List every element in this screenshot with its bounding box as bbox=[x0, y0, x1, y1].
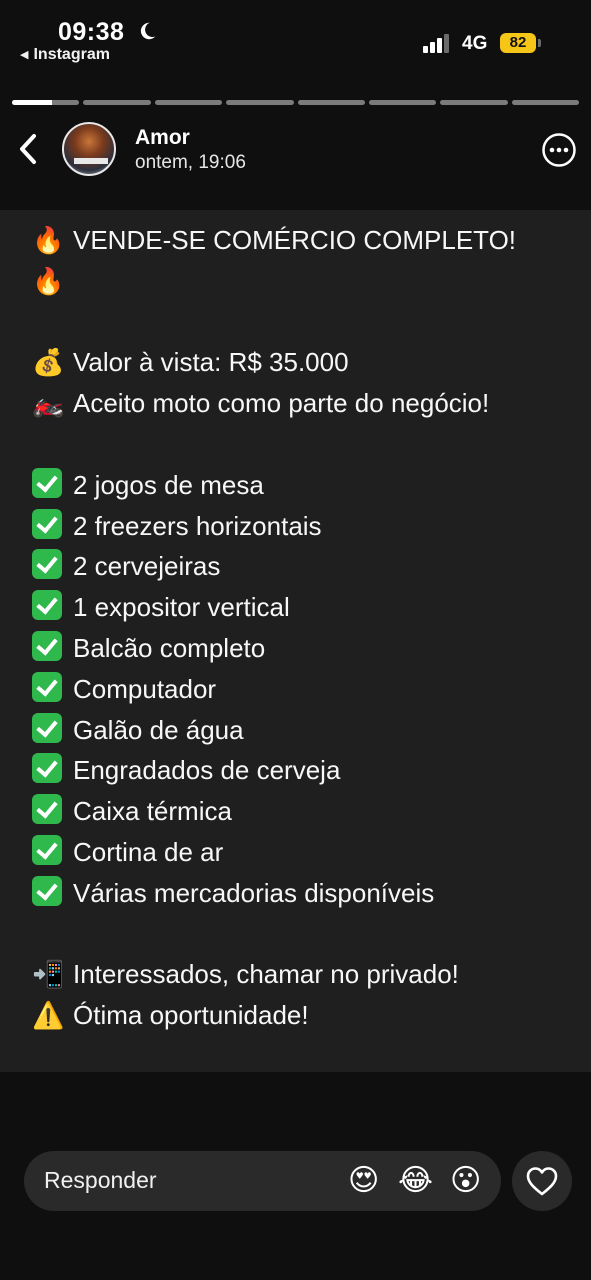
check-icon bbox=[32, 630, 62, 661]
story-line: Caixa térmica bbox=[32, 791, 572, 832]
story-line: 🏍️ Aceito moto como parte do negócio! bbox=[32, 383, 572, 424]
battery-icon: 82 bbox=[500, 33, 542, 53]
story-line-text: 2 jogos de mesa bbox=[73, 469, 264, 500]
back-to-app-link[interactable]: ◀ Instagram bbox=[20, 46, 110, 64]
story-line bbox=[32, 302, 572, 343]
emoji-icon: 🔥 bbox=[32, 265, 65, 296]
story-line-text: Interessados, chamar no privado! bbox=[73, 959, 459, 990]
story-line-text: Caixa térmica bbox=[73, 796, 232, 827]
story-username[interactable]: Amor bbox=[135, 126, 190, 150]
story-progress-segment bbox=[12, 100, 80, 105]
avatar[interactable] bbox=[62, 122, 116, 176]
story-line-text: 2 cervejeiras bbox=[73, 551, 221, 582]
status-bar: 09:38 ◀ Instagram 4G 82 bbox=[0, 0, 591, 70]
check-icon bbox=[32, 671, 62, 702]
back-app-label: Instagram bbox=[33, 46, 110, 63]
story-line: 2 freezers horizontais bbox=[32, 506, 572, 547]
reply-input[interactable]: Responder 😍 😂 😮 bbox=[24, 1151, 501, 1211]
story-line: Galão de água bbox=[32, 710, 572, 751]
heart-icon bbox=[526, 1167, 558, 1196]
story-line-text: Ótima oportunidade! bbox=[73, 1000, 309, 1031]
story-line: 📲 Interessados, chamar no privado! bbox=[32, 954, 572, 995]
check-icon bbox=[32, 794, 62, 825]
story-progress-segment bbox=[511, 100, 579, 105]
story-timestamp: ontem, 19:06 bbox=[135, 152, 246, 173]
story-line: Várias mercadorias disponíveis bbox=[32, 873, 572, 914]
surprised-reaction-button[interactable]: 😮 bbox=[450, 1163, 481, 1199]
status-time: 09:38 bbox=[58, 18, 125, 46]
story-line-text: Valor à vista: R$ 35.000 bbox=[73, 347, 349, 378]
story-line: Engradados de cerveja bbox=[32, 750, 572, 791]
heart-eyes-reaction-button[interactable]: 😍 bbox=[348, 1163, 379, 1199]
story-content-card[interactable]: 🔥 VENDE-SE COMÉRCIO COMPLETO! 🔥 💰 Valor à vi… bbox=[0, 210, 591, 1072]
story-progress-segment bbox=[368, 100, 437, 105]
story-line-text: Galão de água bbox=[73, 714, 244, 745]
story-line bbox=[32, 914, 572, 955]
check-icon bbox=[32, 467, 62, 498]
battery-level: 82 bbox=[500, 33, 536, 53]
emoji-icon: 🏍️ bbox=[32, 388, 65, 419]
laughing-reaction-button[interactable]: 😂 bbox=[398, 1163, 433, 1199]
check-icon bbox=[32, 508, 62, 539]
check-icon bbox=[32, 753, 62, 784]
story-line-text: Balcão completo bbox=[73, 632, 266, 663]
story-line: 🔥 VENDE-SE COMÉRCIO COMPLETO! bbox=[32, 220, 572, 261]
story-line: Balcão completo bbox=[32, 628, 572, 669]
back-chevron-icon[interactable] bbox=[16, 132, 40, 166]
story-line: ⚠️ Ótima oportunidade! bbox=[32, 995, 572, 1036]
story-progress-segment bbox=[154, 100, 223, 105]
story-screen: 09:38 ◀ Instagram 4G 82 Amor ontem, 19:06 bbox=[0, 0, 591, 1280]
network-label: 4G bbox=[462, 33, 488, 54]
back-triangle-icon: ◀ bbox=[20, 49, 29, 61]
story-line bbox=[32, 424, 572, 465]
emoji-icon: 💰 bbox=[32, 347, 65, 378]
emoji-icon: 📲 bbox=[32, 959, 65, 990]
emoji-icon: 🔥 bbox=[32, 225, 65, 255]
check-icon bbox=[32, 590, 62, 621]
story-line: 💰 Valor à vista: R$ 35.000 bbox=[32, 342, 572, 383]
story-line-text: Aceito moto como parte do negócio! bbox=[73, 388, 490, 419]
story-line-text: 1 expositor vertical bbox=[73, 592, 290, 623]
like-button[interactable] bbox=[512, 1151, 572, 1211]
story-line: 1 expositor vertical bbox=[32, 587, 572, 628]
story-line-text: VENDE-SE COMÉRCIO COMPLETO! bbox=[73, 225, 517, 255]
story-line: 🔥 bbox=[32, 261, 572, 302]
check-icon bbox=[32, 875, 62, 906]
story-line: 2 cervejeiras bbox=[32, 546, 572, 587]
story-progress-segment bbox=[297, 100, 365, 105]
check-icon bbox=[32, 834, 62, 865]
emoji-icon: ⚠️ bbox=[32, 1000, 65, 1031]
signal-icon bbox=[423, 34, 449, 53]
story-progress-segment bbox=[83, 100, 151, 105]
reply-placeholder: Responder bbox=[44, 1167, 157, 1193]
story-line-text: 2 freezers horizontais bbox=[73, 510, 322, 541]
story-line-text: Várias mercadorias disponíveis bbox=[73, 877, 435, 908]
story-line-text: Engradados de cerveja bbox=[73, 755, 341, 786]
story-progress bbox=[12, 100, 579, 106]
story-progress-segment bbox=[226, 100, 294, 105]
story-text: 🔥 VENDE-SE COMÉRCIO COMPLETO! 🔥 💰 Valor à vi… bbox=[32, 220, 572, 1036]
story-line: Cortina de ar bbox=[32, 832, 572, 873]
more-options-button[interactable] bbox=[541, 132, 577, 168]
story-progress-segment bbox=[440, 100, 508, 105]
story-line: Computador bbox=[32, 669, 572, 710]
story-line-text: Computador bbox=[73, 673, 217, 704]
story-line-text: Cortina de ar bbox=[73, 836, 224, 867]
moon-icon bbox=[140, 22, 156, 40]
story-header: Amor ontem, 19:06 bbox=[0, 118, 591, 182]
check-icon bbox=[32, 549, 62, 580]
story-line: 2 jogos de mesa bbox=[32, 465, 572, 506]
check-icon bbox=[32, 712, 62, 743]
